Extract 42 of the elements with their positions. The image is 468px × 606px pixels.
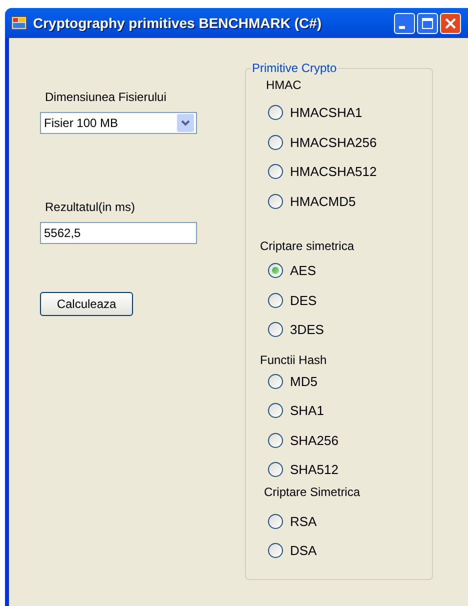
- radio-option[interactable]: HMACMD5: [268, 186, 356, 216]
- result-field[interactable]: 5562,5: [40, 222, 197, 244]
- result-label: Rezultatul(in ms): [44, 199, 136, 216]
- section-heading: Criptare simetrica: [260, 239, 356, 253]
- app-icon: [11, 15, 27, 31]
- maximize-button[interactable]: [417, 12, 438, 34]
- window-title: Cryptography primitives BENCHMARK (C#): [33, 14, 322, 33]
- radio-option[interactable]: SHA512: [268, 455, 338, 484]
- radio-option[interactable]: AES: [268, 256, 316, 286]
- section-heading: HMAC: [266, 78, 302, 92]
- radio-option[interactable]: RSA: [268, 506, 317, 536]
- radio-button[interactable]: [268, 374, 283, 389]
- radio-button[interactable]: [268, 322, 283, 338]
- file-size-dropdown[interactable]: Fisier 100 MB: [40, 112, 197, 134]
- radio-button[interactable]: [268, 432, 283, 448]
- section-heading: Criptare Simetrica: [264, 484, 362, 498]
- radio-button[interactable]: [268, 194, 283, 209]
- radio-option[interactable]: SHA1: [268, 396, 324, 426]
- radio-button[interactable]: [268, 403, 283, 418]
- radio-button[interactable]: [268, 543, 283, 558]
- file-size-label: Dimensiunea Fisierului: [44, 89, 168, 106]
- radio-button[interactable]: [268, 292, 283, 308]
- close-icon[interactable]: [445, 18, 456, 28]
- group-title: Primitive Crypto: [251, 61, 338, 75]
- radio-option[interactable]: MD5: [268, 366, 318, 396]
- radio-option[interactable]: DES: [268, 286, 317, 315]
- minimize-button[interactable]: [394, 12, 415, 34]
- radio-option[interactable]: 3DES: [268, 315, 324, 344]
- radio-option[interactable]: HMACSHA512: [268, 157, 377, 186]
- section-heading: Functii Hash: [260, 352, 328, 366]
- radio-button[interactable]: [268, 105, 283, 120]
- calculate-button[interactable]: Calculeaza: [40, 292, 133, 316]
- radio-option[interactable]: HMACSHA256: [268, 128, 377, 157]
- radio-button[interactable]: [268, 514, 283, 529]
- close-button[interactable]: [440, 12, 461, 34]
- radio-option[interactable]: DSA: [268, 536, 317, 566]
- radio-button[interactable]: [268, 263, 283, 278]
- radio-option[interactable]: HMACSHA1: [268, 98, 362, 128]
- radio-button[interactable]: [268, 164, 283, 180]
- radio-button[interactable]: [268, 134, 283, 150]
- radio-button[interactable]: [268, 462, 283, 478]
- radio-option[interactable]: SHA256: [268, 426, 338, 455]
